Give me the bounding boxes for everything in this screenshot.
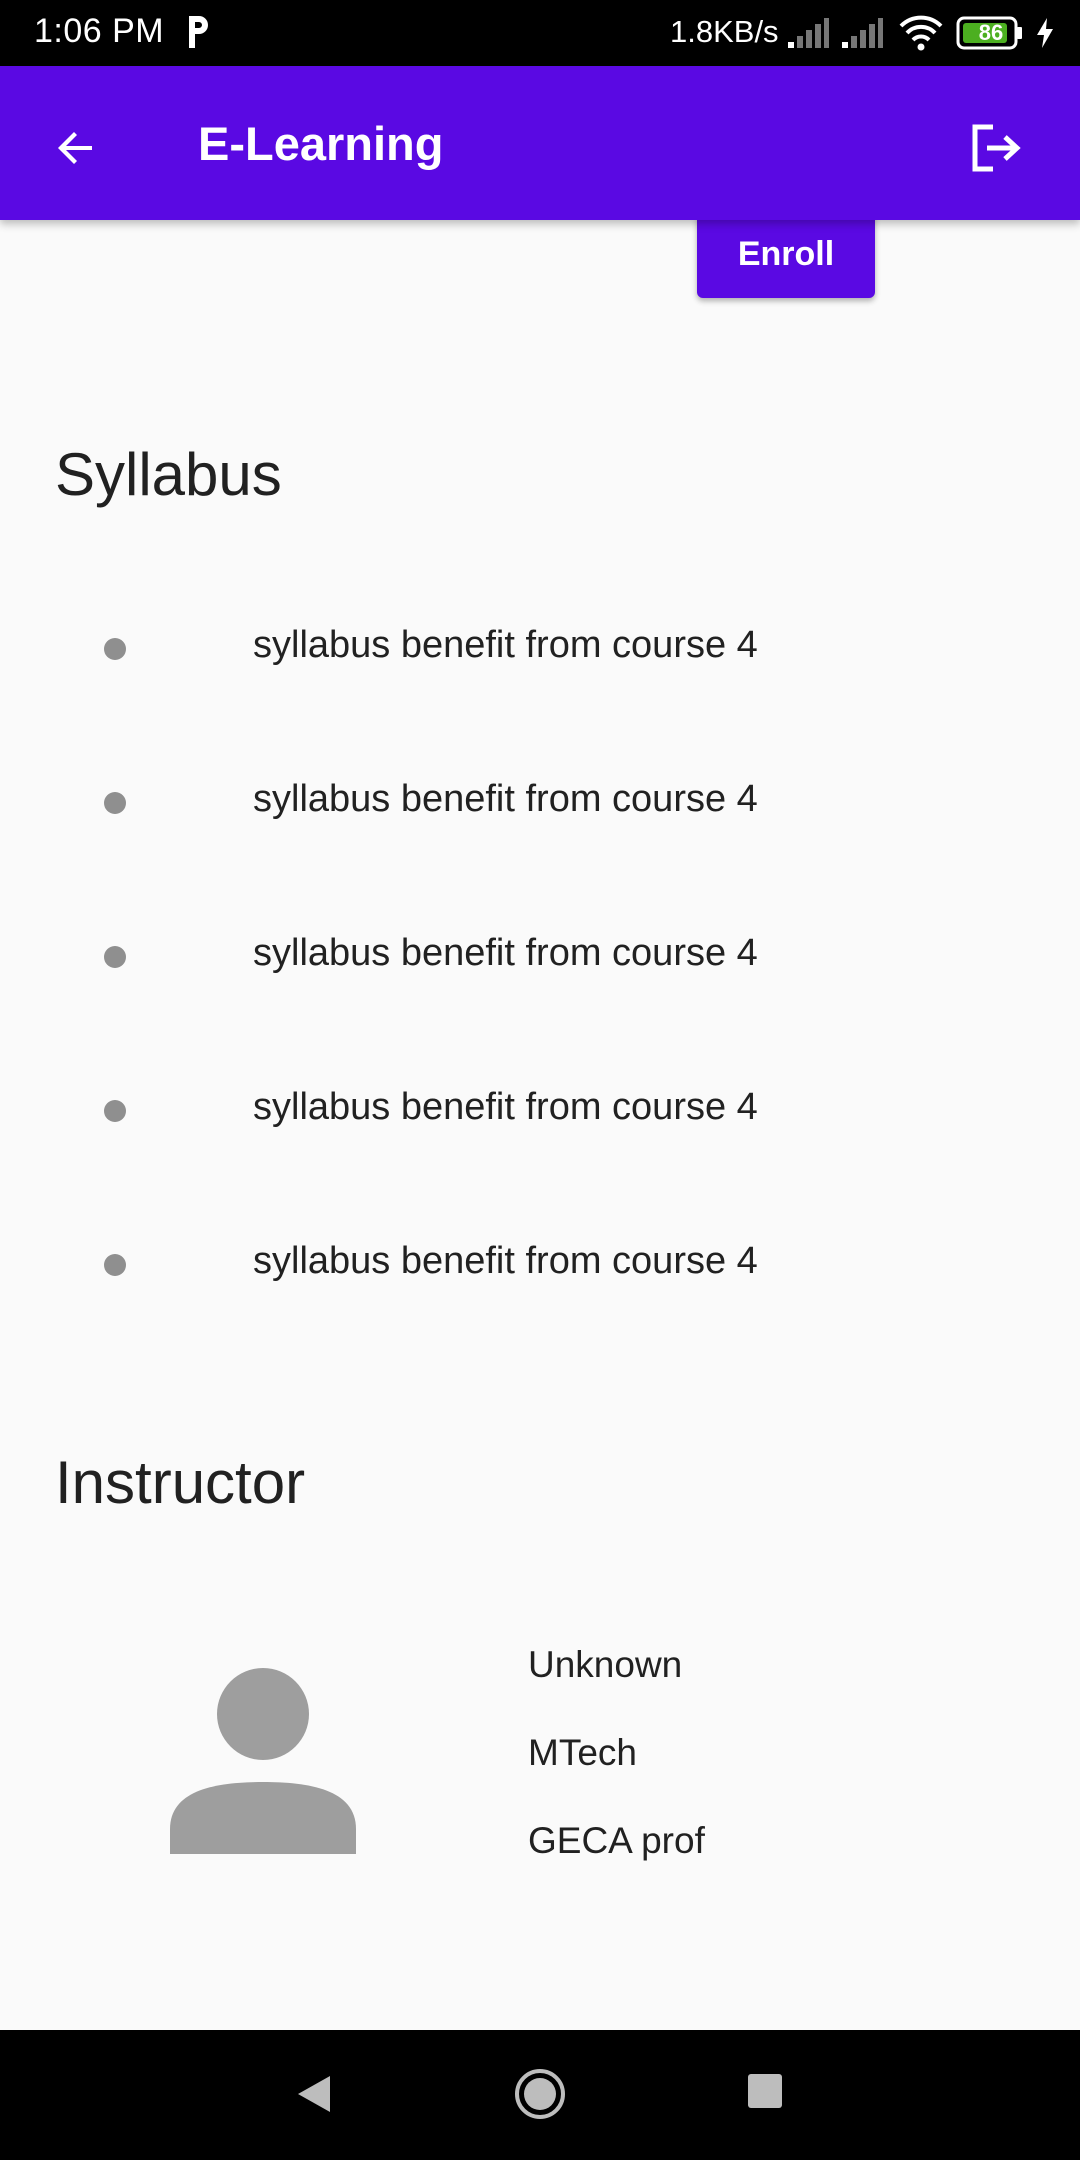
navigation-bar xyxy=(0,2030,1080,2160)
p-icon xyxy=(189,16,208,48)
list-item: syllabus benefit from course 4 xyxy=(0,762,1080,842)
back-button[interactable] xyxy=(40,112,112,184)
instructor-position: GECA prof xyxy=(528,1820,705,1861)
list-item: syllabus benefit from course 4 xyxy=(0,1070,1080,1150)
person-icon xyxy=(170,1668,356,1854)
logout-icon xyxy=(972,124,1021,172)
wifi-icon xyxy=(899,15,943,51)
recents-square-icon[interactable] xyxy=(748,2074,782,2108)
charging-icon xyxy=(1037,18,1053,48)
syllabus-item-text: syllabus benefit from course 4 xyxy=(253,932,758,974)
battery-level: 86 xyxy=(978,20,1004,45)
enroll-button[interactable]: Enroll xyxy=(697,210,875,298)
list-item: syllabus benefit from course 4 xyxy=(0,916,1080,996)
syllabus-item-text: syllabus benefit from course 4 xyxy=(253,778,758,820)
instructor-qualification: MTech xyxy=(528,1732,637,1773)
back-arrow-icon xyxy=(58,132,92,164)
syllabus-item-text: syllabus benefit from course 4 xyxy=(253,1086,758,1128)
app-title: E-Learning xyxy=(198,117,444,170)
list-item: syllabus benefit from course 4 xyxy=(0,608,1080,688)
syllabus-item-text: syllabus benefit from course 4 xyxy=(253,1240,758,1282)
list-item: syllabus benefit from course 4 xyxy=(0,1224,1080,1304)
signal-icon xyxy=(788,18,829,48)
syllabus-item-text: syllabus benefit from course 4 xyxy=(253,624,758,666)
signal-icon xyxy=(842,18,883,48)
instructor-name: Unknown xyxy=(528,1644,683,1685)
status-bar: 1:06 PM 1.8KB/s 86 xyxy=(0,0,1080,66)
instructor-heading: Instructor xyxy=(55,1449,306,1516)
home-circle-icon[interactable] xyxy=(512,2066,568,2122)
bullet-icon xyxy=(104,1100,126,1122)
network-speed: 1.8KB/s xyxy=(670,14,779,49)
app-bar: E-Learning xyxy=(0,66,1080,220)
bullet-icon xyxy=(104,946,126,968)
logout-button[interactable] xyxy=(956,112,1036,184)
back-triangle-icon[interactable] xyxy=(290,2070,338,2118)
bullet-icon xyxy=(104,638,126,660)
bullet-icon xyxy=(104,792,126,814)
syllabus-heading: Syllabus xyxy=(55,441,282,508)
bullet-icon xyxy=(104,1254,126,1276)
status-time: 1:06 PM xyxy=(34,12,165,50)
screen: 1:06 PM 1.8KB/s 86 E-Learning Enroll Syl… xyxy=(0,0,1080,2160)
